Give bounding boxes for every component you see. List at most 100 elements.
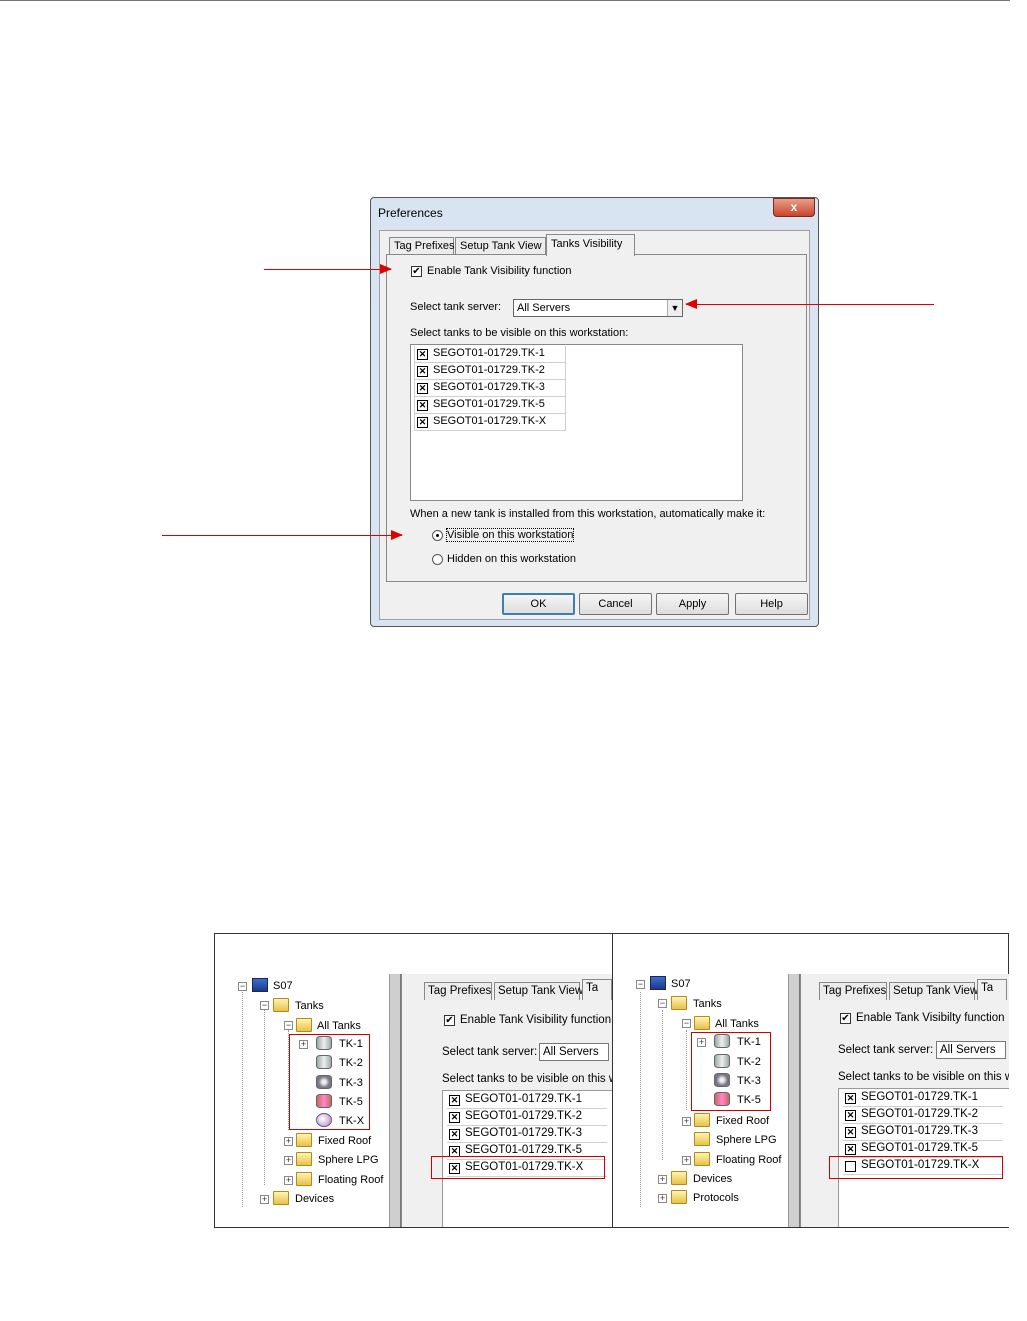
ok-button[interactable]: OK: [502, 593, 575, 615]
checked-box-icon[interactable]: ✕: [417, 417, 428, 428]
server-select[interactable]: All Servers: [539, 1043, 609, 1061]
checked-box-icon[interactable]: ✕: [449, 1095, 460, 1106]
server-select[interactable]: All Servers: [936, 1041, 1006, 1059]
list-item[interactable]: ✕ SEGOT01-01729.TK-3: [843, 1124, 1003, 1141]
tank-name: SEGOT01-01729.TK-3: [433, 381, 545, 393]
expand-icon[interactable]: +: [658, 1175, 667, 1184]
tab-tag-prefixes[interactable]: Tag Prefixes: [389, 237, 455, 255]
tab-setup-tank-view[interactable]: Setup Tank View: [455, 237, 546, 255]
tree-item-folder[interactable]: Sphere LPG: [318, 1152, 379, 1168]
expand-icon[interactable]: +: [682, 1117, 691, 1126]
collapse-icon[interactable]: −: [284, 1021, 293, 1030]
tree-item-folder[interactable]: Fixed Roof: [716, 1113, 769, 1129]
folder-open-icon: [273, 998, 289, 1012]
collapse-icon[interactable]: −: [682, 1019, 691, 1028]
tab-tanks-visibility[interactable]: Tanks Visibility: [546, 234, 635, 256]
checked-box-icon[interactable]: ✕: [845, 1127, 856, 1138]
arrow-new-tank-annotation: [162, 530, 403, 540]
expand-icon[interactable]: +: [284, 1176, 293, 1185]
list-item[interactable]: ✕ SEGOT01-01729.TK-3: [414, 380, 566, 397]
tree-item-all-tanks[interactable]: All Tanks: [715, 1016, 759, 1032]
tanks-listbox[interactable]: ✕ SEGOT01-01729.TK-1 ✕ SEGOT01-01729.TK-2 …: [410, 344, 743, 501]
enable-visibility-label: Enable Tank Visibility function: [460, 1014, 612, 1026]
folder-icon: [296, 1133, 312, 1147]
list-item[interactable]: ✕ SEGOT01-01729.TK-5: [414, 397, 566, 414]
expand-icon[interactable]: +: [284, 1137, 293, 1146]
close-button[interactable]: x: [773, 198, 815, 217]
folder-icon: [273, 1191, 289, 1205]
tree-item-protocols[interactable]: Protocols: [693, 1190, 739, 1206]
tank-name: SEGOT01-01729.TK-5: [861, 1142, 978, 1154]
list-item[interactable]: ✕ SEGOT01-01729.TK-1: [414, 346, 566, 363]
list-item[interactable]: ✕ SEGOT01-01729.TK-2: [843, 1107, 1003, 1124]
tree-item-all-tanks[interactable]: All Tanks: [317, 1018, 361, 1034]
cancel-button[interactable]: Cancel: [579, 593, 652, 615]
tree-item-folder[interactable]: Floating Roof: [318, 1172, 383, 1188]
collapse-icon[interactable]: −: [658, 999, 667, 1008]
tab-tag-prefixes[interactable]: Tag Prefixes: [424, 982, 492, 1000]
checked-box-icon[interactable]: ✕: [417, 349, 428, 360]
arrow-server-annotation: [685, 299, 934, 309]
folder-icon: [296, 1172, 312, 1186]
list-item[interactable]: ✕ SEGOT01-01729.TK-X: [414, 414, 566, 431]
expand-icon[interactable]: +: [682, 1156, 691, 1165]
checked-box-icon[interactable]: ✕: [417, 366, 428, 377]
expand-icon[interactable]: +: [260, 1195, 269, 1204]
tanks-list-label: Select tanks to be visible on this w: [838, 1071, 1009, 1083]
highlight-box: [289, 1034, 370, 1130]
tank-name: SEGOT01-01729.TK-2: [861, 1108, 978, 1120]
chevron-down-icon[interactable]: ▼: [667, 300, 682, 316]
checked-box-icon[interactable]: ✕: [845, 1144, 856, 1155]
tree-item-tanks[interactable]: Tanks: [295, 998, 324, 1014]
help-button[interactable]: Help: [735, 593, 808, 615]
list-item[interactable]: ✕ SEGOT01-01729.TK-1: [447, 1092, 607, 1109]
server-label: Select tank server:: [410, 301, 502, 313]
tank-name: SEGOT01-01729.TK-X: [433, 415, 547, 427]
tank-name: SEGOT01-01729.TK-2: [433, 364, 545, 376]
checked-box-icon[interactable]: ✕: [449, 1129, 460, 1140]
checked-box-icon[interactable]: ✕: [845, 1110, 856, 1121]
checked-box-icon[interactable]: ✕: [417, 400, 428, 411]
apply-button[interactable]: Apply: [656, 593, 729, 615]
tree-item-folder[interactable]: Fixed Roof: [318, 1133, 371, 1149]
tanks-list-label: Select tanks to be visible on this works…: [410, 327, 629, 339]
visible-radio-label[interactable]: Visible on this workstation: [445, 528, 575, 542]
server-select[interactable]: All Servers ▼: [513, 299, 683, 317]
visible-radio[interactable]: [432, 530, 443, 541]
enable-visibility-checkbox[interactable]: ✔: [444, 1015, 455, 1026]
enable-visibility-checkbox[interactable]: ✔: [840, 1013, 851, 1024]
list-item[interactable]: ✕ SEGOT01-01729.TK-2: [447, 1109, 607, 1126]
collapse-icon[interactable]: −: [636, 980, 645, 989]
tab-tanks-visibility[interactable]: Ta: [582, 979, 612, 1000]
hidden-radio[interactable]: [432, 554, 443, 565]
tree-guide: [264, 1010, 265, 1185]
expand-icon[interactable]: +: [284, 1156, 293, 1165]
tab-setup-tank-view[interactable]: Setup Tank View: [889, 982, 978, 1000]
tree-item-folder[interactable]: Floating Roof: [716, 1152, 781, 1168]
hidden-radio-label[interactable]: Hidden on this workstation: [447, 553, 576, 565]
tab-tag-prefixes[interactable]: Tag Prefixes: [819, 982, 887, 1000]
tree-item-root[interactable]: S07: [671, 976, 691, 992]
tree-item-devices[interactable]: Devices: [693, 1171, 732, 1187]
tree-item-root[interactable]: S07: [273, 978, 293, 994]
tank-name: SEGOT01-01729.TK-1: [861, 1091, 978, 1103]
list-item[interactable]: ✕ SEGOT01-01729.TK-2: [414, 363, 566, 380]
folder-open-icon: [296, 1018, 312, 1032]
tree-item-tanks[interactable]: Tanks: [693, 996, 722, 1012]
list-item[interactable]: ✕ SEGOT01-01729.TK-1: [843, 1090, 1003, 1107]
enable-visibility-checkbox[interactable]: ✔: [411, 266, 422, 277]
list-item[interactable]: ✕ SEGOT01-01729.TK-3: [447, 1126, 607, 1143]
checked-box-icon[interactable]: ✕: [417, 383, 428, 394]
tab-setup-tank-view[interactable]: Setup Tank View: [494, 982, 583, 1000]
checked-box-icon[interactable]: ✕: [449, 1112, 460, 1123]
expand-icon[interactable]: +: [658, 1194, 667, 1203]
dialog-title: Preferences: [378, 206, 443, 220]
collapse-icon[interactable]: −: [260, 1001, 269, 1010]
tree-item-devices[interactable]: Devices: [295, 1191, 334, 1207]
tree-item-folder[interactable]: Sphere LPG: [716, 1132, 777, 1148]
tab-tanks-visibility[interactable]: Ta: [977, 979, 1007, 1000]
checked-box-icon[interactable]: ✕: [845, 1093, 856, 1104]
collapse-icon[interactable]: −: [238, 982, 247, 991]
tree-view: − S07 − Tanks − All Tanks + TK-1 TK-2 TK…: [225, 934, 395, 1224]
tank-name: SEGOT01-01729.TK-3: [861, 1125, 978, 1137]
